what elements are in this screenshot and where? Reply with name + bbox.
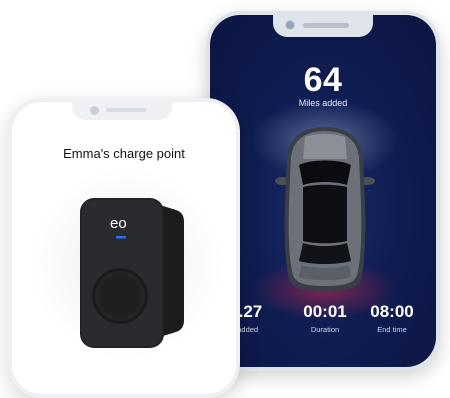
charge-point-phone: Emma's charge point eo — [8, 98, 240, 398]
speaker-grille — [303, 23, 349, 28]
page-title: Emma's charge point — [63, 146, 185, 161]
end-time-label: End time — [377, 325, 407, 334]
camera-icon — [90, 106, 99, 115]
eo-logo: eo — [110, 215, 127, 232]
speaker-grille — [106, 108, 146, 112]
miles-added-value: 64 — [303, 61, 343, 99]
session-phone: 64 Miles added 14.27 Wh added 00:01 Dura… — [206, 11, 440, 371]
charge-point-screen: Emma's charge point eo — [12, 102, 236, 394]
camera-icon — [285, 20, 295, 30]
phone-notch — [72, 102, 172, 120]
session-screen: 64 Miles added 14.27 Wh added 00:01 Dura… — [210, 15, 436, 367]
miles-added-label: Miles added — [298, 98, 348, 108]
duration-stat: 00:01 Duration — [290, 302, 360, 334]
phone-notch — [273, 15, 373, 37]
end-time-stat: 08:00 End time — [357, 302, 427, 334]
car-top-view-icon — [275, 127, 375, 291]
end-time-value: 08:00 — [370, 302, 414, 321]
session-stats: 14.27 Wh added 00:01 Duration 08:00 End … — [210, 302, 436, 334]
duration-value: 00:01 — [303, 302, 347, 321]
duration-label: Duration — [310, 325, 340, 334]
charger-device-image[interactable]: eo — [72, 192, 192, 352]
